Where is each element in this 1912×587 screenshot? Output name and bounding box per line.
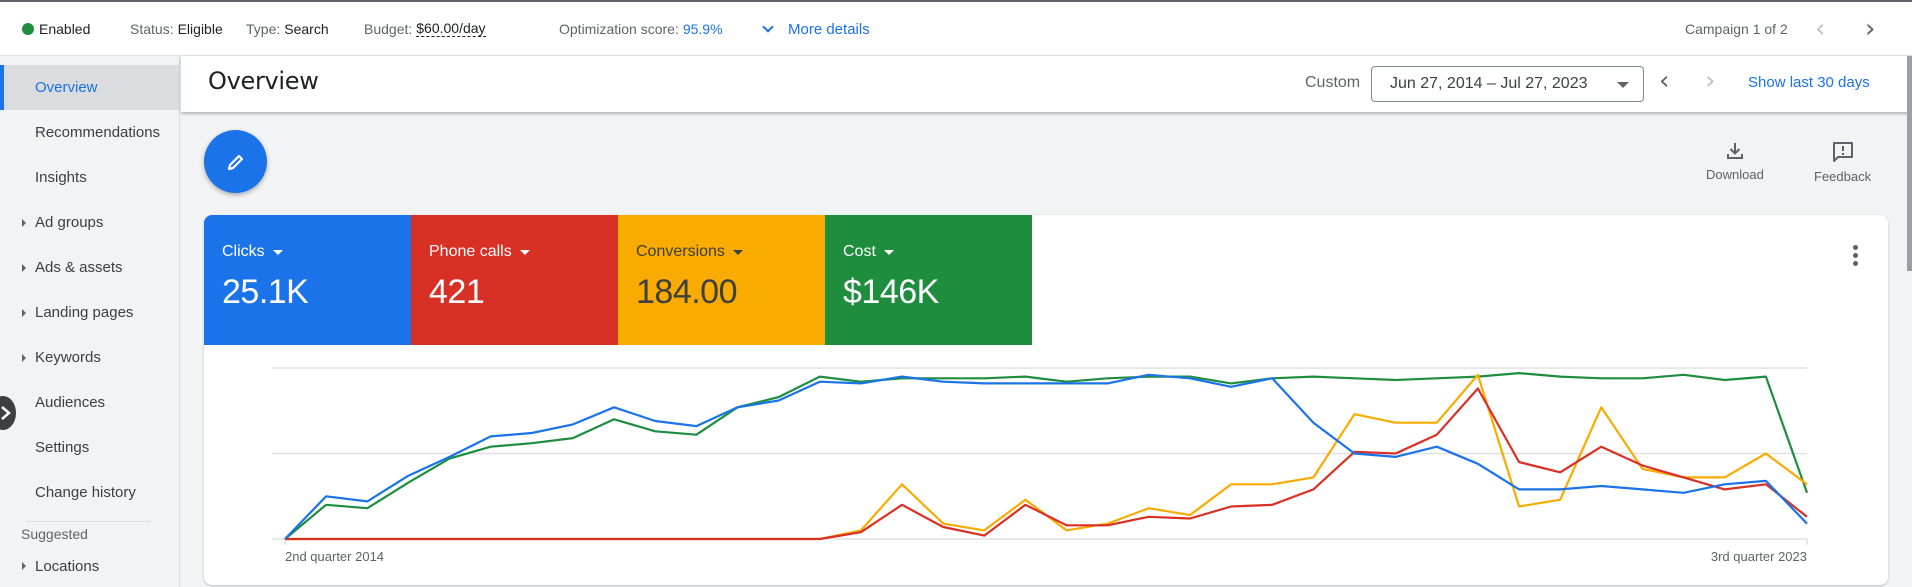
enabled-label: Enabled — [39, 21, 91, 37]
chevron-left-icon: ‹ — [1815, 14, 1826, 44]
sidebar-item-label: Ads & assets — [35, 259, 123, 276]
pencil-icon — [227, 154, 243, 170]
edit-fab-button[interactable] — [204, 130, 267, 193]
sidebar-item-label: Audiences — [35, 394, 106, 411]
page-header: Overview Custom Jun 27, 2014 – Jul 27, 2… — [181, 56, 1912, 112]
campaign-pager: Campaign 1 of 2 — [1685, 2, 1788, 56]
page-title: Overview — [208, 67, 319, 95]
sidebar-item-label: Settings — [35, 439, 90, 456]
campaign-pager-label: Campaign 1 of 2 — [1685, 21, 1788, 37]
next-period-button[interactable]: › — [1705, 68, 1715, 94]
sidebar-item-settings[interactable]: Settings — [0, 425, 179, 470]
sidebar-item-landing-pages[interactable]: Landing pages — [0, 290, 179, 335]
previous-campaign-button[interactable]: ‹ — [1815, 2, 1825, 56]
budget-value-link[interactable]: $60.00/day — [416, 21, 486, 37]
expand-triangle-icon[interactable] — [22, 353, 26, 362]
expand-triangle-icon[interactable] — [22, 308, 26, 317]
sidebar-item-audiences[interactable]: Audiences — [0, 380, 179, 425]
page-scrollbar[interactable] — [1907, 56, 1912, 587]
date-range-type-label: Custom — [1305, 74, 1361, 91]
campaign-budget: Budget: $60.00/day — [364, 2, 486, 56]
more-details-label: More details — [788, 20, 870, 38]
performance-chart-card: Clicks 25.1K Phone calls 421 Conversions 184.… — [204, 215, 1888, 585]
sidebar-item-ad-groups[interactable]: Ad groups — [0, 200, 179, 245]
show-last-30-days-link[interactable]: Show last 30 days — [1748, 74, 1870, 91]
budget-label: Budget: — [364, 21, 413, 37]
sidebar-item-ads-assets[interactable]: Ads & assets — [0, 245, 179, 290]
eligibility-status: Status: Eligible — [130, 2, 223, 56]
x-tick-label-start: 2nd quarter 2014 — [285, 549, 384, 564]
chevron-right-icon: › — [1865, 14, 1876, 44]
enabled-status-dot-icon — [22, 23, 34, 35]
chevron-down-icon — [762, 20, 774, 33]
sidebar-item-label: Change history — [35, 484, 136, 501]
chevron-right-icon — [1, 406, 11, 420]
feedback-icon — [1832, 142, 1853, 162]
expand-triangle-icon[interactable] — [22, 263, 26, 272]
performance-line-chart: 2nd quarter 2014 3rd quarter 2023 — [272, 367, 1809, 564]
sidebar-item-label: Insights — [35, 169, 87, 186]
sidebar-item-label: Recommendations — [35, 124, 161, 141]
date-range-picker[interactable]: Jun 27, 2014 – Jul 27, 2023 — [1371, 66, 1644, 102]
campaign-sidebar-nav: Overview Recommendations Insights Ad groups… — [0, 56, 180, 587]
x-tick-label-end: 3rd quarter 2023 — [1711, 549, 1807, 564]
dropdown-caret-icon — [1617, 82, 1629, 88]
sidebar-item-label: Overview — [35, 79, 98, 96]
campaign-status-bar: Enabled Status: Eligible Type: Search Bu… — [0, 0, 1912, 56]
download-label: Download — [1706, 167, 1764, 182]
sidebar-section-suggested: Suggested — [21, 526, 88, 542]
feedback-label: Feedback — [1814, 169, 1872, 184]
download-icon — [1726, 143, 1743, 159]
sidebar-item-keywords[interactable]: Keywords — [0, 335, 179, 380]
optimization-value-link[interactable]: 95.9% — [683, 21, 723, 37]
expand-triangle-icon[interactable] — [22, 562, 26, 570]
download-button[interactable]: Download — [1706, 140, 1764, 182]
optimization-label: Optimization score: — [559, 21, 679, 37]
type-label: Type: — [246, 21, 281, 37]
status-value: Eligible — [177, 21, 223, 37]
sidebar-item-insights[interactable]: Insights — [0, 155, 179, 200]
next-campaign-button[interactable]: › — [1865, 2, 1875, 56]
feedback-button[interactable]: Feedback — [1814, 140, 1871, 184]
sidebar-item-locations[interactable]: Locations — [0, 546, 179, 586]
status-label: Status: — [130, 21, 174, 37]
campaign-enabled-status[interactable]: Enabled — [22, 2, 90, 56]
previous-period-button[interactable]: ‹ — [1659, 68, 1669, 94]
sidebar-item-change-history[interactable]: Change history — [0, 470, 179, 515]
sidebar-item-label: Ad groups — [35, 214, 104, 231]
sidebar-item-label: Keywords — [35, 349, 101, 366]
type-value: Search — [284, 21, 329, 37]
sidebar-item-recommendations[interactable]: Recommendations — [0, 110, 179, 155]
series-line-phone-calls[interactable] — [285, 387, 1808, 541]
expand-triangle-icon[interactable] — [22, 218, 26, 227]
optimization-score: Optimization score: 95.9% — [559, 2, 723, 56]
scrollbar-thumb[interactable] — [1907, 56, 1912, 271]
campaign-type: Type: Search — [246, 2, 329, 56]
sidebar-item-label: Locations — [35, 557, 100, 575]
more-details-button[interactable]: More details — [760, 2, 870, 56]
date-range-value: Jun 27, 2014 – Jul 27, 2023 — [1390, 75, 1588, 92]
sidebar-item-overview[interactable]: Overview — [0, 65, 179, 110]
sidebar-item-label: Landing pages — [35, 304, 134, 321]
